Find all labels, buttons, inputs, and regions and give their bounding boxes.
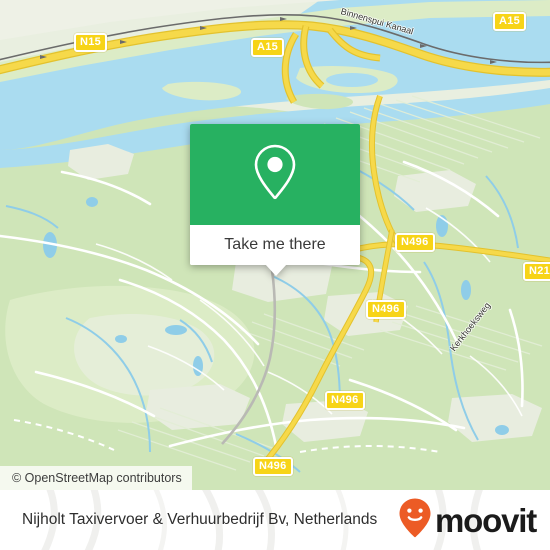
- footer-bar: Nijholt Taxivervoer & Verhuurbedrijf Bv,…: [0, 490, 550, 550]
- attribution-text: © OpenStreetMap contributors: [12, 471, 182, 485]
- road-shield-n21[interactable]: N21: [523, 262, 550, 281]
- map-pin-icon: [252, 143, 298, 206]
- road-shield-n496-south[interactable]: N496: [325, 391, 365, 410]
- place-title: Nijholt Taxivervoer & Verhuurbedrijf Bv,…: [22, 490, 377, 550]
- location-popup[interactable]: Take me there: [190, 124, 360, 276]
- popup-header: [190, 124, 360, 225]
- place-title-text: Nijholt Taxivervoer & Verhuurbedrijf Bv,…: [22, 511, 378, 528]
- road-shield-n496-bottom[interactable]: N496: [253, 457, 293, 476]
- moovit-brand[interactable]: moovit: [398, 490, 537, 550]
- popup-body: Take me there: [190, 124, 360, 265]
- take-me-there-label: Take me there: [224, 236, 326, 253]
- moovit-wordmark: moovit: [435, 501, 537, 539]
- map-canvas[interactable]: N15 A15 A15 N496 N21 N496 N496 N496 Binn…: [0, 0, 550, 490]
- popup-pointer-tail: [265, 264, 287, 276]
- road-shield-a15-mid[interactable]: A15: [251, 38, 285, 57]
- road-shield-n15-west[interactable]: N15: [74, 33, 108, 52]
- road-shield-a15-east[interactable]: A15: [493, 12, 527, 31]
- map-attribution[interactable]: © OpenStreetMap contributors: [0, 466, 192, 490]
- road-shield-n496-mid[interactable]: N496: [366, 300, 406, 319]
- moovit-smiley-pin-icon: [398, 498, 432, 543]
- moovit-map-screenshot: N15 A15 A15 N496 N21 N496 N496 N496 Binn…: [0, 0, 550, 550]
- road-shield-n496-east[interactable]: N496: [395, 233, 435, 252]
- popup-footer[interactable]: Take me there: [190, 225, 360, 265]
